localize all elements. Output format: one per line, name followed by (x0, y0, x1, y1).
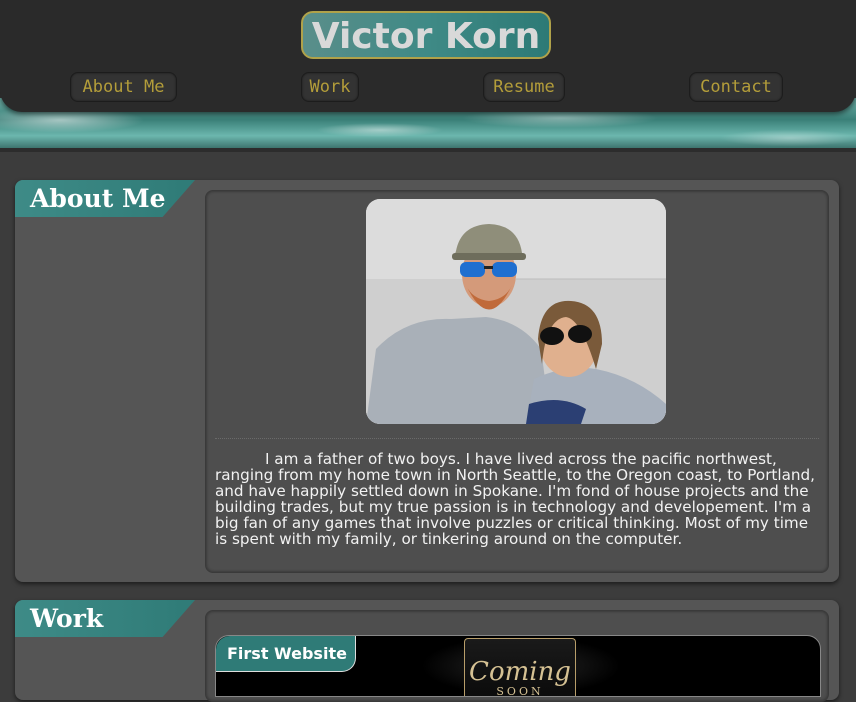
nav-contact-button[interactable]: Contact (689, 72, 783, 102)
project-title: First Website (216, 636, 356, 672)
work-card-container: First Website Coming SOON (205, 610, 829, 702)
profile-photo (366, 199, 666, 424)
project-preview-image: Coming SOON (421, 636, 621, 696)
nav-about-me-button[interactable]: About Me (70, 72, 177, 102)
site-header: Victor Korn About Me Work Resume Contact (0, 0, 856, 112)
about-heading: About Me (15, 180, 195, 217)
project-card[interactable]: First Website Coming SOON (215, 635, 821, 697)
nav-work-button[interactable]: Work (301, 72, 359, 102)
nav-resume-button[interactable]: Resume (483, 72, 565, 102)
work-heading: Work (15, 600, 195, 637)
coming-soon-subtext: SOON (496, 685, 544, 697)
about-section: About Me I am a father of two boys. I ha… (15, 180, 839, 582)
about-divider (215, 438, 819, 439)
about-bio-text: I am a father of two boys. I have lived … (215, 450, 816, 548)
about-card: I am a father of two boys. I have lived … (205, 190, 829, 573)
site-title: Victor Korn (301, 11, 551, 59)
work-section: Work First Website Coming SOON (15, 600, 839, 702)
coming-soon-text: Coming (469, 657, 571, 687)
coming-soon-sign: Coming SOON (464, 638, 576, 697)
